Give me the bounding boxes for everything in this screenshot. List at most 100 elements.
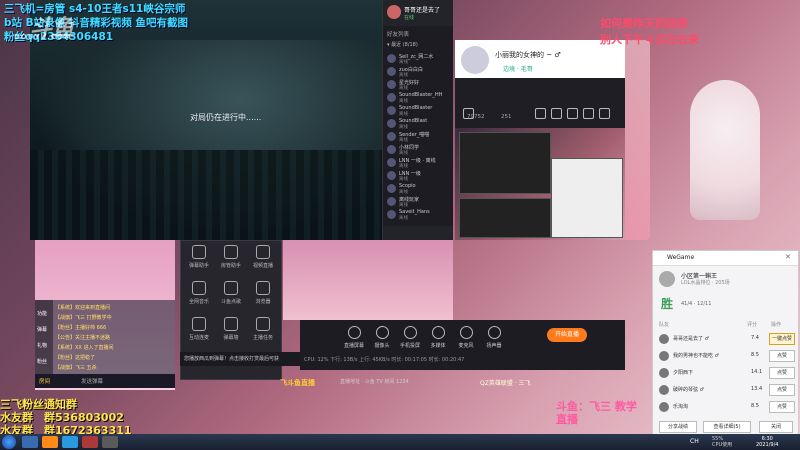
clock[interactable]: 6:30 2021/9/4 <box>756 436 778 448</box>
camera-source-button[interactable]: 摄像头 <box>368 326 396 349</box>
col-team: 队友 <box>659 322 670 328</box>
mic-button[interactable]: 麦克风 <box>452 326 480 349</box>
avatar[interactable] <box>659 351 669 361</box>
like-button[interactable]: 点赞 <box>769 367 795 379</box>
likes-count: 251 <box>501 114 512 120</box>
avatar <box>387 197 396 206</box>
taskbar: CH 55% CPU使用 6:30 2021/9/4 <box>0 434 800 450</box>
explorer-icon[interactable] <box>22 436 38 448</box>
list-item[interactable]: 星光好好 离线 <box>385 78 451 92</box>
stream-tool-window[interactable]: 79752 251 <box>455 78 625 128</box>
menu-item[interactable]: 房管助手 <box>215 243 247 279</box>
menu-item[interactable]: 斗鱼点歌 <box>215 279 247 315</box>
gift-icon[interactable] <box>551 108 562 119</box>
menu-item[interactable]: 全网音乐 <box>183 279 215 315</box>
game-app-icon[interactable] <box>82 436 98 448</box>
overlay-channel: 斗鱼：飞三 教学 直播 <box>556 400 637 426</box>
broadcaster-toolbar[interactable]: 直播屏幕 摄像头 手机投屏 多媒体 麦克风 扬声器 开始直播 CPU: 12% … <box>300 320 625 370</box>
menu-item[interactable]: 弹幕墙 <box>215 315 247 351</box>
table-row: 破碎的琴弦 ♂ 13.4 点赞 <box>655 382 796 398</box>
list-item[interactable]: Saveit_Hans 离线 <box>385 208 451 222</box>
list-item[interactable]: LNN 一级 离线 <box>385 169 451 183</box>
menu-item[interactable]: 视频直播 <box>247 243 279 279</box>
close-icon[interactable] <box>599 108 610 119</box>
avatar[interactable] <box>659 271 675 287</box>
like-button[interactable]: 点赞 <box>769 350 795 362</box>
like-button[interactable]: 点赞 <box>769 384 795 396</box>
preview-window <box>551 158 623 238</box>
speaker-icon <box>487 326 501 339</box>
match-kda: 41/4 · 12/11 <box>681 301 712 307</box>
cpu-meter: 55% CPU使用 <box>712 436 733 448</box>
overlay-line: 别人下午４点左右来 <box>600 33 699 46</box>
like-button[interactable]: 点赞 <box>769 401 795 413</box>
list-item[interactable]: Scopio 离线 <box>385 182 451 196</box>
windows-start-icon[interactable] <box>2 435 16 449</box>
list-item[interactable]: LNN 一级 · 离线 离线 <box>385 156 451 170</box>
col-score: 评分 <box>747 322 758 328</box>
live-room-preview: 功能 弹幕 礼物 粉丝 【系统】欢迎来到直播间 【战旗】飞三 打野教学中 【粉丝… <box>35 240 175 390</box>
avatar[interactable] <box>659 385 669 395</box>
avatar[interactable] <box>659 334 669 344</box>
qq-icon[interactable] <box>62 436 78 448</box>
settings-icon[interactable] <box>567 108 578 119</box>
list-item[interactable]: SoundBlast 离线 <box>385 117 451 131</box>
live-room-input-bar: 房间 发送弹幕 <box>35 374 175 388</box>
chat-line: 【公告】关注主播不迷路 <box>55 335 111 341</box>
message-icon[interactable] <box>535 108 546 119</box>
close-button[interactable]: 关闭 <box>759 421 793 433</box>
avatar[interactable] <box>659 368 669 378</box>
list-item[interactable]: Sell_zc_网二水 离线 <box>385 52 451 66</box>
avatar <box>387 93 396 102</box>
teammate-score: 8.5 <box>751 403 759 409</box>
wegame-app-icon[interactable] <box>102 436 118 448</box>
view-detail-button[interactable]: 查看详细(5) <box>703 421 751 433</box>
friends-group-header[interactable]: ▾ 最近 (8/18) <box>387 41 418 48</box>
menu-item[interactable]: 弹幕助手 <box>183 243 215 279</box>
list-item[interactable]: Sender_喵喵 离线 <box>385 130 451 144</box>
sidebar-item[interactable]: 功能 <box>37 310 47 317</box>
table-row: 哥哥还是去了 ♂ 7.4 一键点赞 <box>655 331 796 347</box>
avatar[interactable] <box>461 46 489 74</box>
avatar[interactable] <box>387 5 401 19</box>
chat-line: 【系统】XX 进入了直播间 <box>55 345 114 351</box>
like-button[interactable]: 一键点赞 <box>769 333 795 345</box>
douyu-app-icon[interactable] <box>42 436 58 448</box>
sidebar-item[interactable]: 粉丝 <box>37 358 47 365</box>
sidebar-item[interactable]: 弹幕 <box>37 326 47 333</box>
browser-icon <box>256 281 270 295</box>
overlay-groups: 三飞粉丝通知群 水友群 群536803002 水友群 群1672363311 <box>0 398 132 437</box>
fans-count: 79752 <box>467 114 485 120</box>
sidebar-item[interactable]: 礼物 <box>37 342 47 349</box>
start-live-button[interactable]: 开始直播 <box>547 328 587 342</box>
phone-cast-button[interactable]: 手机投屏 <box>396 326 424 349</box>
teammate-score: 13.4 <box>751 386 763 392</box>
friends-panel[interactable]: 哥哥还是去了 在线 好友列表 ▾ 最近 (8/18) Sell_zc_网二水 离线… <box>382 0 453 240</box>
wegame-title: WeGame <box>667 254 695 261</box>
user-icon <box>224 245 238 259</box>
menu-item[interactable]: 主播任务 <box>247 315 279 351</box>
friends-tab[interactable]: 好友列表 <box>387 30 409 38</box>
close-icon[interactable]: ✕ <box>785 253 791 261</box>
list-item[interactable]: 离线玩家 离线 <box>385 195 451 209</box>
share-result-button[interactable]: 分享战绩 <box>659 421 697 433</box>
menu-item[interactable]: 浏览器 <box>247 279 279 315</box>
avatar <box>387 145 396 154</box>
danmaku-input[interactable]: 发送弹幕 <box>81 377 103 385</box>
minimize-icon[interactable] <box>583 108 594 119</box>
table-row: 我的男神也不能吃 ♂ 8.5 点赞 <box>655 348 796 364</box>
wegame-result-panel[interactable]: WeGame ✕ 小区第一蝌王 LOL水晶排位 · 205场 胜 41/4 · … <box>652 250 799 436</box>
menu-item[interactable]: 互动连麦 <box>183 315 215 351</box>
avatar[interactable] <box>659 402 669 412</box>
input-language[interactable]: CH <box>690 438 699 445</box>
speaker-button[interactable]: 扬声器 <box>480 326 508 349</box>
media-source-button[interactable]: 多媒体 <box>424 326 452 349</box>
list-item[interactable]: SoundBlaster 离线 <box>385 104 451 118</box>
overlay-line: 三飞粉丝通知群 <box>0 398 77 411</box>
list-item[interactable]: SoundBlaster_HH 离线 <box>385 91 451 105</box>
list-item[interactable]: 小林同学 离线 <box>385 143 451 157</box>
teammate-name: 夕阳西下 <box>673 370 694 376</box>
avatar <box>387 210 396 219</box>
list-item[interactable]: zuo白白白 离线 <box>385 65 451 79</box>
screen-source-button[interactable]: 直播屏幕 <box>340 326 368 349</box>
